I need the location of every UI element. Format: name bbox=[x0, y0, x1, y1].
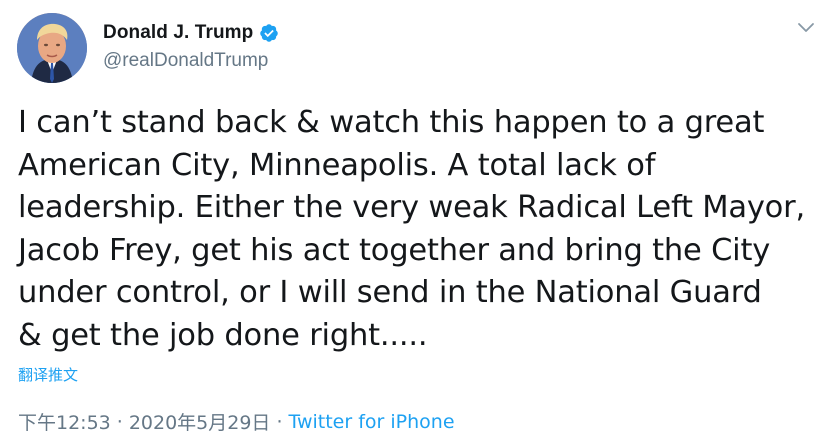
translate-tweet-link[interactable]: 翻译推文 bbox=[18, 364, 78, 385]
tweet-card: Donald J. Trump @realDonaldTrump I can’t… bbox=[0, 0, 832, 446]
meta-separator: · bbox=[116, 410, 123, 433]
author-block: Donald J. Trump @realDonaldTrump bbox=[103, 20, 279, 72]
tweet-source-link[interactable]: Twitter for iPhone bbox=[288, 411, 454, 433]
name-row: Donald J. Trump bbox=[103, 20, 279, 46]
chevron-down-icon[interactable] bbox=[797, 22, 815, 34]
tweet-text: I can’t stand back & watch this happen t… bbox=[18, 105, 805, 353]
display-name[interactable]: Donald J. Trump bbox=[103, 22, 253, 44]
author-handle[interactable]: @realDonaldTrump bbox=[103, 50, 279, 72]
tweet-date[interactable]: 2020年5月29日 bbox=[129, 408, 271, 435]
avatar-image bbox=[17, 13, 87, 83]
tweet-metadata: 下午12:53 · 2020年5月29日 · Twitter for iPhon… bbox=[18, 408, 455, 435]
tweet-time[interactable]: 下午12:53 bbox=[18, 408, 111, 435]
meta-separator: · bbox=[276, 410, 283, 433]
verified-badge-icon bbox=[260, 24, 279, 42]
avatar[interactable] bbox=[17, 13, 87, 83]
